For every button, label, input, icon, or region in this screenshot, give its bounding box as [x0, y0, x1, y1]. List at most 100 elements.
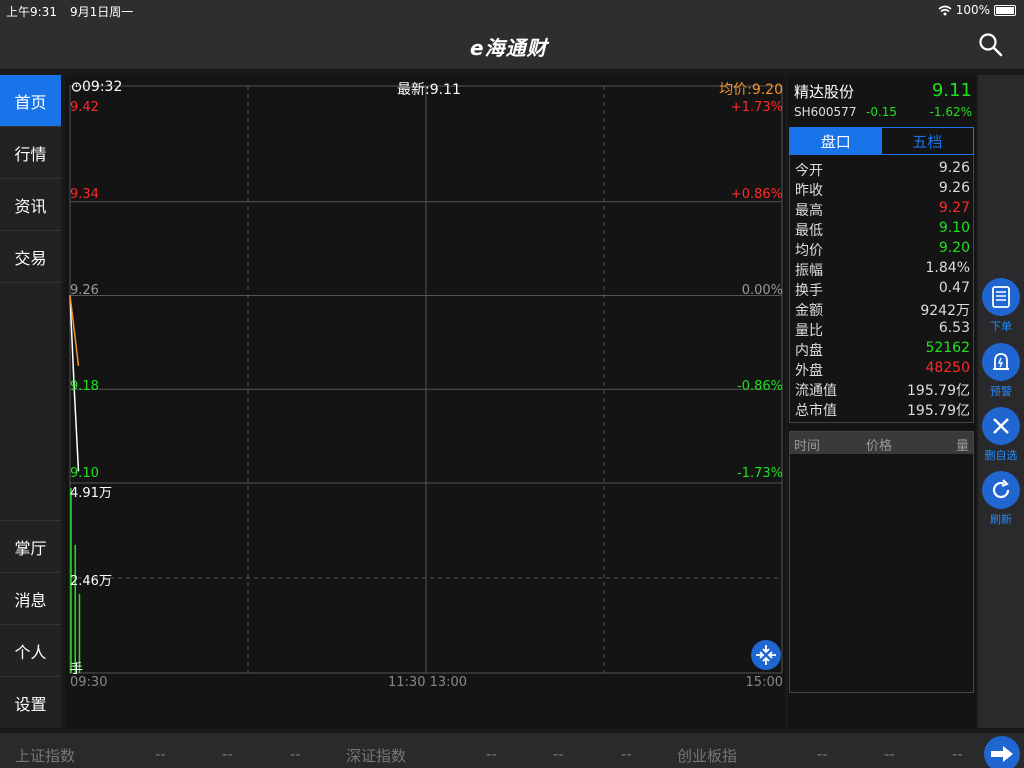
- quote-value: 48250: [925, 360, 970, 376]
- quote-value: 9.27: [938, 200, 970, 216]
- stock-change-percent: -1.62%: [929, 105, 972, 119]
- quote-value: 0.47: [938, 280, 970, 296]
- quote-value: 9.26: [938, 160, 970, 176]
- quote-key: 流通值: [795, 383, 837, 399]
- tab-pankou[interactable]: 盘口: [790, 128, 882, 154]
- index-value: --: [155, 745, 166, 763]
- index-name: 深证指数: [346, 747, 407, 765]
- sidebar-item-personal[interactable]: 个人: [0, 624, 61, 676]
- quote-value: 9.20: [938, 240, 970, 256]
- index-value: --: [884, 745, 895, 763]
- col-time: 时间: [794, 439, 821, 454]
- collapse-arrows-icon: [756, 645, 776, 665]
- y-axis-right-label: 0.00%: [741, 283, 783, 298]
- quote-key: 昨收: [795, 183, 823, 199]
- quote-key: 量比: [795, 323, 823, 339]
- alarm-clock-icon: [71, 82, 82, 92]
- refresh-label: 刷新: [990, 513, 1012, 526]
- quote-key: 振幅: [795, 263, 823, 279]
- order-icon: [992, 286, 1010, 308]
- quote-row: 内盘 52162: [795, 340, 970, 360]
- index-value: --: [222, 745, 233, 763]
- intraday-chart[interactable]: 09:32 最新:9.11 均价:9.20 9.42 9.34 9.26 9.1…: [65, 75, 785, 728]
- close-icon: [993, 418, 1009, 434]
- index-value: --: [621, 745, 632, 763]
- quote-value: 195.79亿: [907, 383, 970, 399]
- battery-icon: [994, 4, 1016, 16]
- alert-button[interactable]: 预警: [978, 343, 1024, 399]
- arrow-right-icon: [991, 746, 1013, 762]
- col-volume: 量: [955, 439, 969, 454]
- nav-bar: e海通财: [0, 20, 1024, 70]
- quote-value: 6.53: [938, 320, 970, 336]
- quote-key: 换手: [795, 283, 823, 299]
- sidebar-item-hall[interactable]: 掌厅: [0, 520, 61, 572]
- remove-favorite-button[interactable]: 删自选: [978, 407, 1024, 463]
- stock-code: SH600577: [794, 105, 857, 119]
- quote-row: 振幅 1.84%: [795, 260, 970, 280]
- quote-row: 昨收 9.26: [795, 180, 970, 200]
- sidebar-item-settings[interactable]: 设置: [0, 676, 61, 728]
- search-icon: [979, 33, 1003, 57]
- sidebar-item-market[interactable]: 行情: [0, 127, 61, 179]
- sidebar-item-label: 资讯: [14, 196, 47, 216]
- sidebar-item-messages[interactable]: 消息: [0, 572, 61, 624]
- index-ticker[interactable]: 上证指数 -- -- -- 深证指数 -- -- -- 创业板指 -- -- -…: [0, 733, 1024, 768]
- quote-value: 9.10: [938, 220, 970, 236]
- battery-percent: 100%: [955, 3, 990, 17]
- sidebar-item-news[interactable]: 资讯: [0, 179, 61, 231]
- status-right: 100%: [938, 3, 1016, 17]
- quote-row: 量比 6.53: [795, 320, 970, 340]
- volume-axis-label: 2.46万: [70, 574, 112, 589]
- collapse-chart-button[interactable]: [751, 640, 781, 670]
- order-button[interactable]: 下单: [978, 278, 1024, 334]
- quote-tabs: 盘口 五档: [789, 127, 974, 155]
- sidebar: 首页 行情 资讯 交易 掌厅 消息 个人 设置: [0, 75, 61, 728]
- alarm-icon: [993, 353, 1009, 370]
- search-button[interactable]: [978, 32, 1004, 58]
- y-axis-right-label: -1.73%: [737, 466, 783, 481]
- x-axis-label: 11:30 13:00: [388, 675, 468, 690]
- sidebar-item-label: 个人: [14, 642, 47, 662]
- stock-info-panel: 精达股份 9.11 SH600577 -0.15 -1.62% 盘口 五档 今开…: [788, 75, 976, 728]
- alert-button-circle: [982, 343, 1020, 381]
- status-bar: 上午9:31 9月1日周一 100%: [0, 0, 1024, 20]
- index-value: --: [290, 745, 301, 763]
- stock-price: 9.11: [931, 80, 972, 101]
- quote-row: 今开 9.26: [795, 160, 970, 180]
- quote-row: 流通值 195.79亿: [795, 380, 970, 400]
- sidebar-item-trade[interactable]: 交易: [0, 231, 61, 283]
- quote-value: 9.26: [938, 180, 970, 196]
- next-index-button[interactable]: [984, 736, 1020, 768]
- quote-row: 最高 9.27: [795, 200, 970, 220]
- quote-row: 换手 0.47: [795, 280, 970, 300]
- quote-key: 最低: [795, 223, 823, 239]
- app-logo: e海通财: [470, 36, 548, 60]
- status-date: 9月1日周一: [70, 5, 134, 19]
- chart-time-value: 09:32: [82, 79, 123, 95]
- sidebar-item-home[interactable]: 首页: [0, 75, 61, 127]
- chart-avg: 均价:9.20: [719, 82, 783, 98]
- sidebar-item-label: 行情: [14, 144, 47, 164]
- alert-label: 预警: [990, 385, 1012, 398]
- quote-table: 今开 9.26 昨收 9.26 最高 9.27 最低 9.10 均价 9.20 振幅 1.84% 换手 0…: [789, 155, 974, 423]
- index-value: --: [952, 745, 963, 763]
- refresh-icon: [992, 479, 1010, 499]
- quote-row: 最低 9.10: [795, 220, 970, 240]
- y-axis-left-label: 9.42: [70, 100, 99, 115]
- y-axis-right-label: -0.86%: [737, 379, 783, 394]
- sidebar-item-label: 消息: [14, 590, 47, 610]
- stock-name: 精达股份: [794, 83, 855, 101]
- y-axis-left-label: 9.18: [70, 379, 99, 394]
- chart-latest: 最新:9.11: [397, 82, 461, 98]
- order-button-circle: [982, 278, 1020, 316]
- remove-favorite-circle: [982, 407, 1020, 445]
- tab-wudang[interactable]: 五档: [882, 128, 974, 154]
- refresh-button[interactable]: 刷新: [978, 471, 1024, 527]
- quote-value: 52162: [925, 340, 970, 356]
- quote-row: 总市值 195.79亿: [795, 400, 970, 420]
- index-name: 创业板指: [677, 747, 738, 765]
- y-axis-left-label: 9.10: [70, 466, 99, 481]
- quote-key: 总市值: [795, 403, 837, 419]
- index-value: --: [553, 745, 564, 763]
